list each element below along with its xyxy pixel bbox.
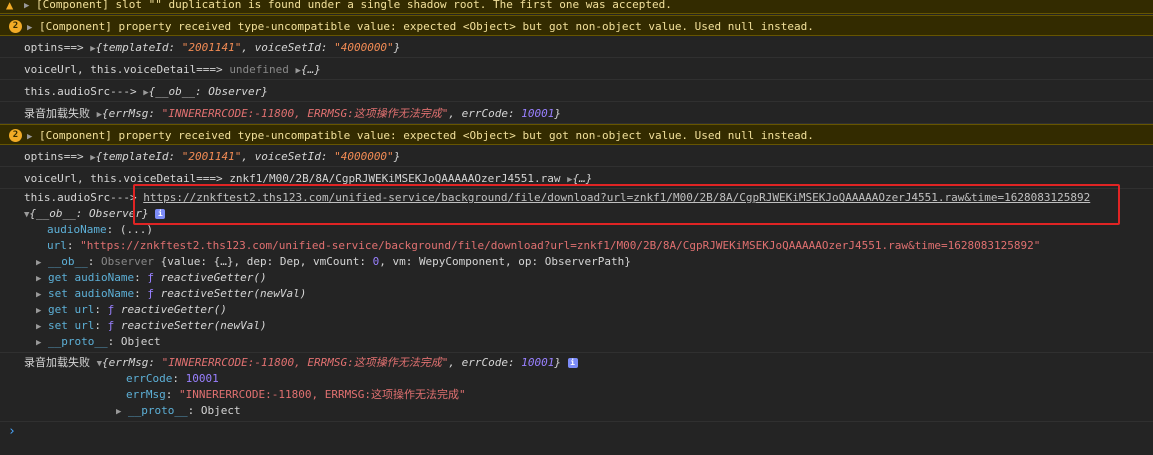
expand-arrow-icon[interactable]: ▶ [36, 258, 41, 268]
log-row-optins[interactable]: optins==> ▶{templateId: "2001141", voice… [0, 37, 1153, 58]
log-row-load-failed[interactable]: 录音加载失败 ▶{errMsg: "INNERERRCODE:-11800, E… [0, 103, 1153, 124]
expand-arrow-icon[interactable]: ▶ [24, 1, 29, 11]
expand-arrow-icon[interactable]: ▶ [116, 407, 121, 417]
warning-text: [Component] property received type-uncom… [39, 129, 814, 142]
expand-arrow-icon[interactable]: ▶ [27, 132, 32, 142]
expand-arrow-icon[interactable]: ▶ [36, 290, 41, 300]
warning-count-badge: 2 [9, 20, 22, 33]
expand-arrow-icon[interactable]: ▶ [36, 306, 41, 316]
expand-arrow-icon[interactable]: ▶ [36, 274, 41, 284]
expand-arrow-icon[interactable]: ▶ [27, 23, 32, 33]
highlight-box [133, 184, 1120, 225]
log-row-load-failed-expanded[interactable]: 录音加载失败 ▼{errMsg: "INNERERRCODE:-11800, E… [0, 355, 1153, 422]
warning-text: [Component] slot "" duplication is found… [36, 0, 672, 11]
warning-row-type[interactable]: 2 ▶ [Component] property received type-u… [0, 15, 1153, 36]
warning-count-badge: 2 [9, 129, 22, 142]
console-prompt[interactable]: › [8, 424, 16, 439]
warning-row-type-2[interactable]: 2 ▶ [Component] property received type-u… [0, 124, 1153, 145]
warning-icon: ▲ [6, 0, 14, 12]
expand-arrow-icon[interactable]: ▶ [36, 322, 41, 332]
warning-row-slot[interactable]: ▲ ▶ [Component] slot "" duplication is f… [0, 0, 1153, 14]
warning-text: [Component] property received type-uncom… [39, 20, 814, 33]
log-row-optins-2[interactable]: optins==> ▶{templateId: "2001141", voice… [0, 146, 1153, 167]
expand-arrow-icon[interactable]: ▶ [36, 338, 41, 348]
log-row-voiceurl[interactable]: voiceUrl, this.voiceDetail===> undefined… [0, 59, 1153, 80]
info-icon[interactable]: i [567, 358, 578, 368]
log-row-audiosrc[interactable]: this.audioSrc---> ▶{__ob__: Observer} [0, 81, 1153, 102]
devtools-console: ▲ ▶ [Component] slot "" duplication is f… [0, 0, 1153, 455]
